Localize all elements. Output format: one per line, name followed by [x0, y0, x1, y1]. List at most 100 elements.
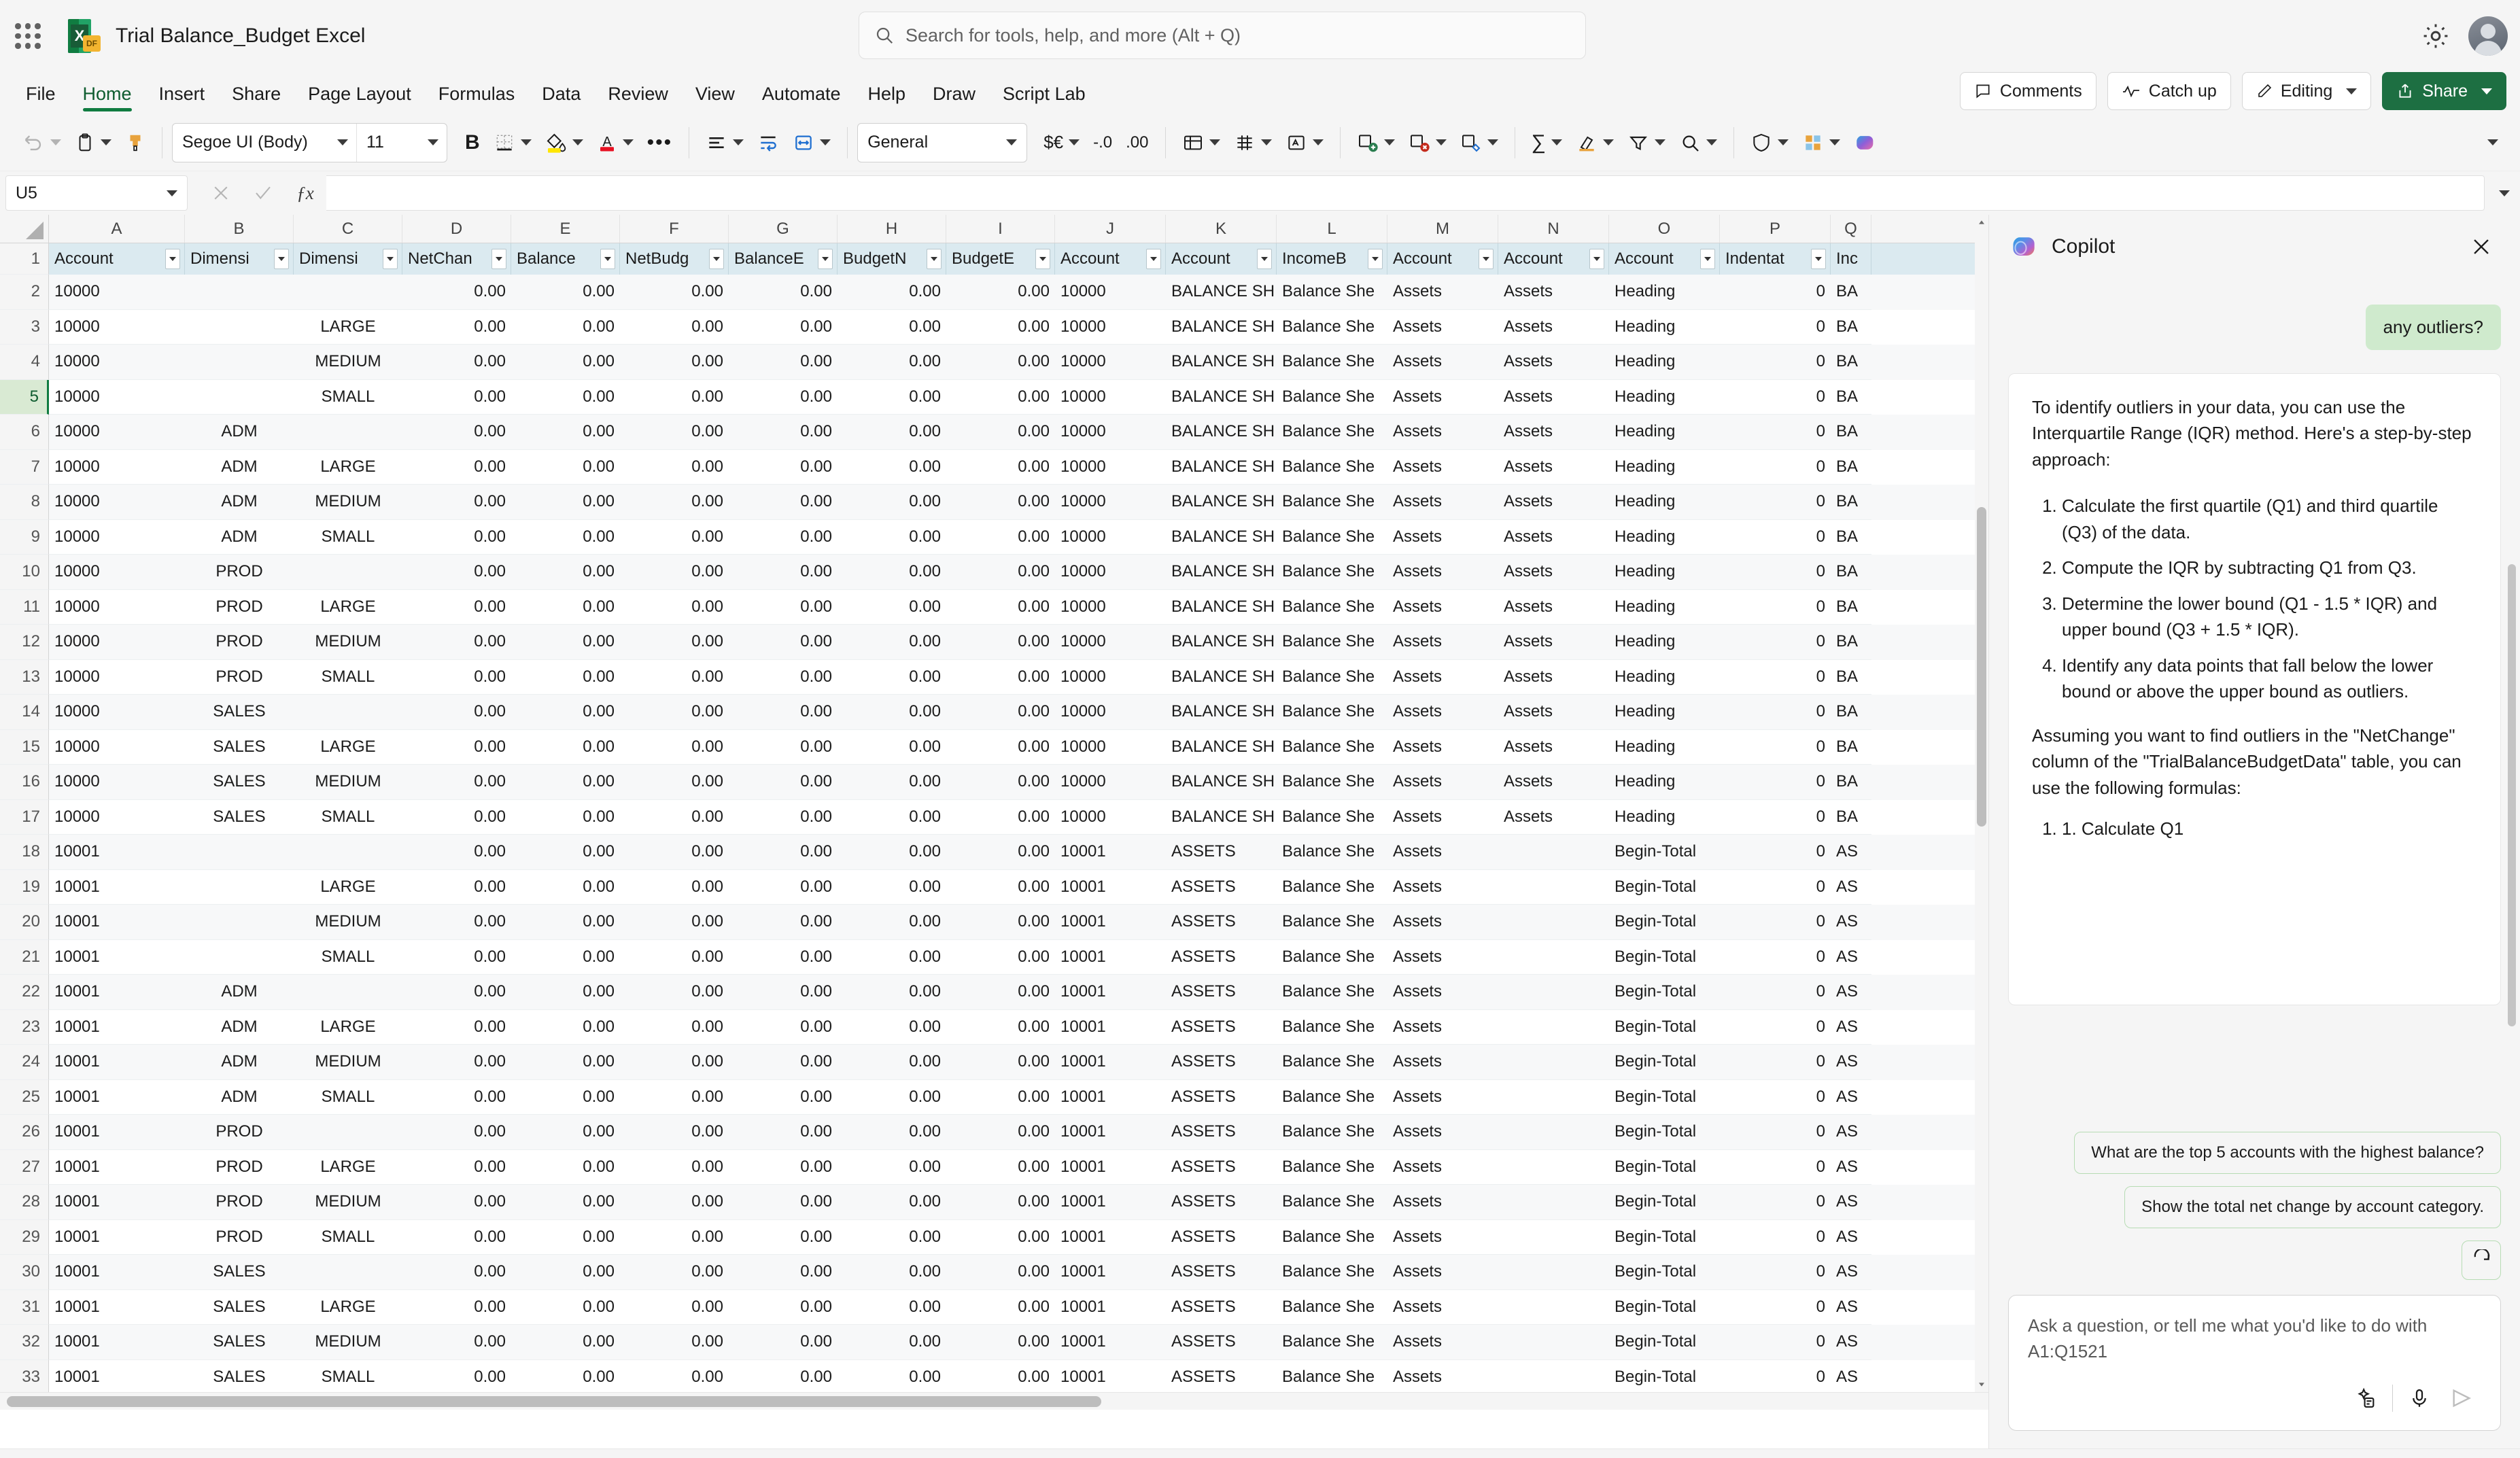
grid-cell[interactable]: 0.00 [838, 555, 946, 590]
grid-cell[interactable]: 0.00 [838, 520, 946, 555]
grid-cell[interactable]: AS [1831, 1045, 1871, 1080]
grid-cell[interactable]: 0.00 [838, 1325, 946, 1360]
grid-cell[interactable]: Assets [1387, 905, 1498, 940]
row-header[interactable]: 24 [0, 1045, 49, 1080]
grid-cell[interactable]: PROD [185, 625, 294, 660]
grid-cell[interactable]: 10001 [1055, 870, 1166, 905]
send-button[interactable] [2440, 1378, 2483, 1418]
sheet-tab-trial-balance-vs-budget[interactable]: Trial Balance vs. Budget [109, 1455, 332, 1458]
row-header[interactable]: 29 [0, 1219, 49, 1255]
grid-cell[interactable]: 0.00 [620, 905, 729, 940]
grid-cell[interactable]: Begin-Total [1609, 1080, 1720, 1115]
grid-cell[interactable] [1498, 835, 1609, 870]
table-row[interactable]: 23 10001 ADM LARGE 0.00 0.00 0.00 0.00 0.00 0.00 1… [0, 1009, 1988, 1045]
grid-cell[interactable]: 0.00 [402, 485, 511, 520]
grid-cell[interactable]: 0.00 [620, 555, 729, 590]
table-column-header[interactable]: IncomeB [1277, 243, 1387, 275]
grid-cell[interactable]: Assets [1387, 415, 1498, 450]
grid-cell[interactable]: 0.00 [402, 1255, 511, 1290]
grid-cell[interactable]: 10000 [49, 730, 185, 765]
row-header[interactable]: 25 [0, 1079, 49, 1115]
row-header[interactable]: 31 [0, 1289, 49, 1325]
grid-cell[interactable]: 10000 [49, 310, 185, 345]
grid-cell[interactable]: BA [1831, 765, 1871, 800]
table-row[interactable]: 28 10001 PROD MEDIUM 0.00 0.00 0.00 0.00 0.00 0.0… [0, 1185, 1988, 1220]
row-header[interactable]: 13 [0, 659, 49, 695]
grid-cell[interactable]: BA [1831, 660, 1871, 695]
grid-cell[interactable]: 0.00 [838, 870, 946, 905]
grid-cell[interactable] [1498, 940, 1609, 975]
grid-cell[interactable]: 0.00 [946, 520, 1055, 555]
grid-cell[interactable]: 0.00 [402, 310, 511, 345]
grid-cell[interactable]: 10001 [49, 870, 185, 905]
grid-cell[interactable] [185, 345, 294, 380]
grid-cell[interactable]: 0.00 [946, 1115, 1055, 1150]
grid-cell[interactable]: 0 [1720, 940, 1831, 975]
filter-dropdown-icon[interactable] [1257, 249, 1272, 269]
grid-cell[interactable]: Balance She [1277, 590, 1387, 625]
grid-cell[interactable]: 0.00 [402, 695, 511, 730]
grid-cell[interactable]: BA [1831, 555, 1871, 590]
grid-cell[interactable]: 0.00 [946, 1010, 1055, 1045]
grid-cell[interactable]: BALANCE SH [1166, 450, 1277, 485]
grid-cell[interactable]: 0.00 [729, 660, 838, 695]
grid-cell[interactable]: Assets [1387, 765, 1498, 800]
grid-cell[interactable]: Heading [1609, 590, 1720, 625]
grid-cell[interactable]: ASSETS [1166, 1325, 1277, 1360]
grid-cell[interactable]: 0.00 [946, 310, 1055, 345]
grid-cell[interactable]: Heading [1609, 520, 1720, 555]
grid-cell[interactable]: AS [1831, 1010, 1871, 1045]
grid-cell[interactable]: Assets [1387, 485, 1498, 520]
table-row[interactable]: 32 10001 SALES MEDIUM 0.00 0.00 0.00 0.00 0.00 0.… [0, 1325, 1988, 1360]
table-column-header[interactable]: Account [1387, 243, 1498, 275]
grid-cell[interactable]: Balance She [1277, 1290, 1387, 1325]
grid-cell[interactable]: 0.00 [511, 590, 620, 625]
grid-cell[interactable]: 0 [1720, 625, 1831, 660]
grid-cell[interactable]: SMALL [294, 1220, 402, 1255]
grid-cell[interactable]: 10000 [1055, 450, 1166, 485]
grid-cell[interactable]: 0.00 [946, 1255, 1055, 1290]
grid-cell[interactable]: 0.00 [838, 310, 946, 345]
row-header[interactable]: 8 [0, 485, 49, 520]
grid-cell[interactable]: 0.00 [620, 800, 729, 835]
grid-cell[interactable]: 0.00 [402, 415, 511, 450]
row-header[interactable]: 12 [0, 625, 49, 660]
grid-cell[interactable]: Begin-Total [1609, 1360, 1720, 1393]
grid-cell[interactable]: AS [1831, 1080, 1871, 1115]
grid-cell[interactable]: 0 [1720, 835, 1831, 870]
font-size-select[interactable]: 11 [357, 133, 419, 152]
insert-function-button[interactable]: ƒx [284, 175, 326, 211]
grid-cell[interactable]: 0.00 [729, 1010, 838, 1045]
grid-cell[interactable]: AS [1831, 1255, 1871, 1290]
grid-cell[interactable]: AS [1831, 1360, 1871, 1393]
table-row[interactable]: 10 10000 PROD 0.00 0.00 0.00 0.00 0.00 0.00 10000… [0, 555, 1988, 590]
grid-cell[interactable]: 0 [1720, 275, 1831, 310]
grid-cell[interactable]: SALES [185, 1255, 294, 1290]
grid-cell[interactable]: Balance She [1277, 555, 1387, 590]
ribbon-tab-view[interactable]: View [682, 85, 748, 114]
grid-cell[interactable]: Balance She [1277, 310, 1387, 345]
delete-cells-button[interactable] [1402, 122, 1453, 164]
grid-cell[interactable]: 0.00 [402, 660, 511, 695]
row-header[interactable]: 16 [0, 765, 49, 800]
table-row[interactable]: 2 10000 0.00 0.00 0.00 0.00 0.00 0.00 10000 BALAN… [0, 275, 1988, 310]
grid-cell[interactable]: ASSETS [1166, 1115, 1277, 1150]
grid-cell[interactable]: 0.00 [729, 380, 838, 415]
table-row[interactable]: 5 10000 SMALL 0.00 0.00 0.00 0.00 0.00 0.00 10000… [0, 379, 1988, 415]
grid-cell[interactable]: Assets [1387, 1185, 1498, 1220]
table-row[interactable]: 24 10001 ADM MEDIUM 0.00 0.00 0.00 0.00 0.00 0.00… [0, 1045, 1988, 1080]
grid-cell[interactable]: 10000 [49, 450, 185, 485]
row-header[interactable]: 2 [0, 275, 49, 310]
grid-cell[interactable] [1498, 905, 1609, 940]
grid-cell[interactable]: BA [1831, 310, 1871, 345]
row-header[interactable]: 14 [0, 695, 49, 730]
grid-cell[interactable]: Begin-Total [1609, 1115, 1720, 1150]
grid-cell[interactable]: 0.00 [620, 695, 729, 730]
grid-cell[interactable]: 0.00 [620, 1290, 729, 1325]
column-header-k[interactable]: K [1166, 215, 1277, 243]
grid-cell[interactable]: 10001 [49, 940, 185, 975]
grid-cell[interactable]: Balance She [1277, 1220, 1387, 1255]
grid-cell[interactable]: Assets [1498, 450, 1609, 485]
filter-dropdown-icon[interactable] [927, 249, 942, 269]
grid-cell[interactable]: 0.00 [946, 1220, 1055, 1255]
